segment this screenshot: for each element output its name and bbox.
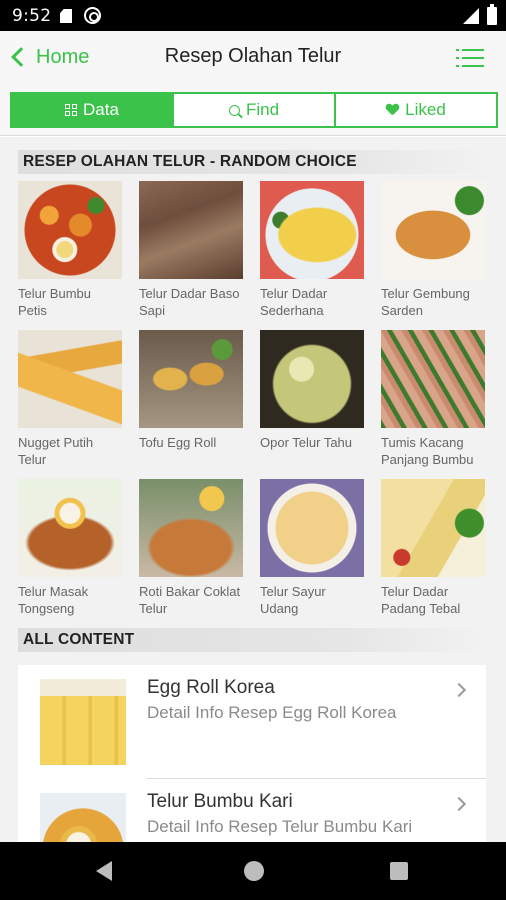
- random-section-header: RESEP OLAHAN TELUR - RANDOM CHOICE: [18, 150, 486, 174]
- list-item-subtitle: Detail Info Resep Telur Bumbu Kari: [147, 817, 413, 836]
- recipe-card[interactable]: Tofu Egg Roll: [139, 330, 243, 451]
- recipe-card-label: Telur Masak Tongseng: [18, 584, 89, 616]
- menu-dot: [456, 65, 459, 67]
- tab-liked[interactable]: Liked: [336, 94, 496, 126]
- recipe-thumbnail: [381, 479, 485, 577]
- list-item-thumbnail: [40, 679, 126, 765]
- list-menu-button[interactable]: [456, 48, 484, 68]
- tab-liked-label: Liked: [405, 100, 446, 119]
- page-title: Resep Olahan Telur: [164, 45, 342, 67]
- menu-line: [462, 49, 484, 51]
- recipe-thumbnail: [260, 479, 364, 577]
- menu-line: [462, 65, 484, 67]
- recipe-card-label: Telur Dadar Sederhana: [260, 286, 328, 318]
- status-bar: 9:52: [0, 0, 506, 31]
- list-item-title: Egg Roll Korea: [147, 677, 275, 698]
- heart-icon: [386, 104, 399, 116]
- recipe-thumbnail: [139, 479, 243, 577]
- list-item-subtitle: Detail Info Resep Egg Roll Korea: [147, 703, 397, 722]
- list-item-title: Telur Bumbu Kari: [147, 791, 293, 812]
- recipe-card-label: Telur Bumbu Petis: [18, 286, 91, 318]
- nav-back-icon[interactable]: [96, 861, 112, 881]
- recipe-card[interactable]: Telur Masak Tongseng: [18, 479, 122, 617]
- recipe-card-label: Tumis Kacang Panjang Bumbu: [381, 435, 474, 467]
- recipe-card[interactable]: Telur Dadar Padang Tebal: [381, 479, 485, 617]
- recipe-card-label: Telur Dadar Baso Sapi: [139, 286, 240, 318]
- nav-recents-icon[interactable]: [390, 862, 408, 880]
- recipe-card-label: Telur Gembung Sarden: [381, 286, 470, 318]
- sd-card-icon: [60, 9, 72, 23]
- menu-dot: [456, 57, 459, 59]
- recipe-card[interactable]: Roti Bakar Coklat Telur: [139, 479, 243, 617]
- signal-icon: [463, 8, 479, 24]
- recipe-thumbnail: [18, 479, 122, 577]
- recipe-card-label: Telur Dadar Padang Tebal: [381, 584, 461, 616]
- recipe-card-label: Nugget Putih Telur: [18, 435, 94, 467]
- recipe-thumbnail: [381, 181, 485, 279]
- recipe-card[interactable]: Telur Bumbu Petis: [18, 181, 122, 319]
- search-icon: [228, 104, 240, 116]
- list-item[interactable]: Egg Roll Korea Detail Info Resep Egg Rol…: [18, 665, 486, 779]
- recipe-thumbnail: [139, 181, 243, 279]
- tab-find[interactable]: Find: [174, 94, 336, 126]
- recipe-card[interactable]: Nugget Putih Telur: [18, 330, 122, 468]
- recipe-card[interactable]: Telur Gembung Sarden: [381, 181, 485, 319]
- recipe-thumbnail: [260, 330, 364, 428]
- list-item-thumbnail: [40, 793, 126, 842]
- recipe-card-label: Telur Sayur Udang: [260, 584, 326, 616]
- recipe-thumbnail: [381, 330, 485, 428]
- chevron-right-icon: [451, 682, 467, 698]
- content-scroll-area[interactable]: RESEP OLAHAN TELUR - RANDOM CHOICE Telur…: [0, 137, 506, 842]
- tab-bar: Data Find Liked: [10, 92, 498, 128]
- recipe-card[interactable]: Tumis Kacang Panjang Bumbu: [381, 330, 485, 468]
- tab-find-label: Find: [245, 100, 280, 119]
- recipe-thumbnail: [139, 330, 243, 428]
- app-bar: Home Resep Olahan Telur: [0, 31, 506, 84]
- nav-home-icon[interactable]: [244, 861, 264, 881]
- status-time: 9:52: [12, 6, 52, 26]
- chevron-right-icon: [451, 796, 467, 812]
- recipe-card[interactable]: Telur Dadar Baso Sapi: [139, 181, 243, 319]
- sync-icon: [84, 7, 101, 24]
- recipe-card-label: Roti Bakar Coklat Telur: [139, 584, 241, 616]
- menu-line: [462, 57, 484, 59]
- recipe-card[interactable]: Opor Telur Tahu: [260, 330, 364, 451]
- list-menu-icon: [456, 49, 459, 51]
- tab-bar-container: Data Find Liked: [0, 84, 506, 136]
- tab-data[interactable]: Data: [12, 94, 174, 126]
- all-content-list: Egg Roll Korea Detail Info Resep Egg Rol…: [18, 665, 486, 842]
- system-nav-bar: [0, 842, 506, 900]
- recipe-card[interactable]: Telur Sayur Udang: [260, 479, 364, 617]
- recipe-card[interactable]: Telur Dadar Sederhana: [260, 181, 364, 319]
- battery-icon: [487, 4, 497, 25]
- recipe-thumbnail: [18, 330, 122, 428]
- list-item[interactable]: Telur Bumbu Kari Detail Info Resep Telur…: [18, 779, 486, 842]
- recipe-thumbnail: [260, 181, 364, 279]
- recipe-card-label: Opor Telur Tahu: [260, 435, 353, 450]
- recipe-thumbnail: [18, 181, 122, 279]
- tab-data-label: Data: [83, 100, 119, 119]
- recipe-card-label: Tofu Egg Roll: [139, 435, 217, 450]
- all-content-section-header: ALL CONTENT: [18, 628, 486, 652]
- grid-icon: [65, 104, 78, 116]
